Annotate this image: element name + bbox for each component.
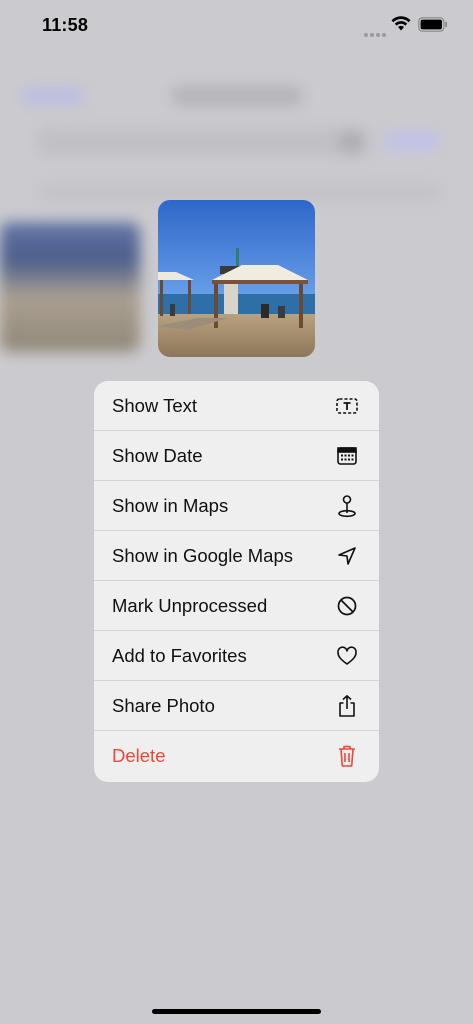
trash-icon [335, 744, 359, 768]
heart-icon [335, 644, 359, 668]
menu-item-label: Delete [112, 745, 166, 766]
wifi-icon [391, 16, 411, 31]
menu-item-label: Show in Maps [112, 494, 229, 516]
cellular-signal-icon [364, 24, 388, 42]
menu-item-show-in-maps[interactable]: Show in Maps [94, 481, 379, 531]
location-arrow-icon [335, 544, 359, 568]
menu-item-label: Mark Unprocessed [112, 594, 268, 616]
blurred-search-icon [340, 132, 362, 152]
photo-preview [158, 200, 315, 357]
blurred-title [172, 86, 302, 106]
status-time: 11:58 [42, 15, 89, 35]
menu-item-mark-unprocessed[interactable]: Mark Unprocessed [94, 581, 379, 631]
home-indicator[interactable] [152, 1009, 321, 1014]
menu-item-add-to-favorites[interactable]: Add to Favorites [94, 631, 379, 681]
menu-item-show-date[interactable]: Show Date [94, 431, 379, 481]
menu-item-label: Show Text [112, 394, 198, 416]
menu-item-label: Share Photo [112, 694, 215, 716]
context-menu: Show Text Show Date Show in Maps Show in… [94, 381, 379, 782]
map-pin-icon [335, 494, 359, 518]
blurred-back-button [22, 88, 84, 104]
calendar-icon [335, 444, 359, 468]
text-box-icon [335, 394, 359, 418]
share-icon [335, 694, 359, 718]
menu-item-show-text[interactable]: Show Text [94, 381, 379, 431]
blurred-cancel-button [384, 132, 440, 150]
prohibited-icon [335, 594, 359, 618]
menu-item-label: Show in Google Maps [112, 544, 293, 566]
blurred-search-field [38, 128, 370, 156]
battery-icon [418, 17, 447, 32]
blurred-thumbnail [0, 222, 140, 352]
menu-item-show-in-google-maps[interactable]: Show in Google Maps [94, 531, 379, 581]
menu-item-label: Add to Favorites [112, 644, 247, 666]
menu-item-share-photo[interactable]: Share Photo [94, 681, 379, 731]
menu-item-label: Show Date [112, 444, 203, 466]
menu-item-delete[interactable]: Delete [94, 731, 379, 781]
